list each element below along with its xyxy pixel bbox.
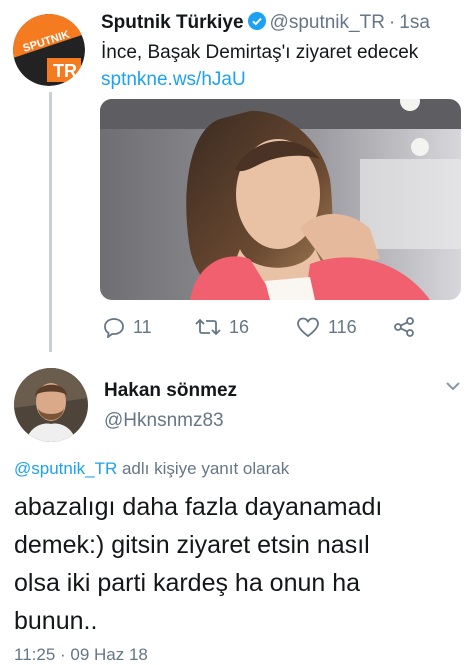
author-name[interactable]: Sputnik Türkiye [101, 12, 244, 33]
author-handle[interactable]: @sputnik_TR [270, 12, 385, 33]
reply-action[interactable]: 11 [103, 313, 152, 341]
reply-context: @sputnik_TR adlı kişiye yanıt olarak [14, 459, 289, 479]
verified-badge-icon [247, 12, 266, 30]
relative-time[interactable]: 1sa [399, 12, 430, 33]
share-icon [394, 317, 414, 337]
reply-author-avatar[interactable] [14, 368, 88, 442]
tweet-link[interactable]: sptnkne.ws/hJaU [101, 66, 246, 93]
sputnik-avatar[interactable]: SPUTNIK TR [13, 14, 85, 86]
reply-body: abazalıgı daha fazla dayanamadı demek:) … [14, 488, 464, 640]
share-action[interactable] [393, 313, 423, 341]
reply-body-line: olsa iki parti kardeş ha onun ha [14, 569, 361, 597]
reply-body-line: abazalıgı daha fazla dayanamadı [14, 493, 383, 521]
reply-context-mention[interactable]: @sputnik_TR [14, 459, 117, 478]
tweet-header: Sputnik Türkiye @sputnik_TR · 1sa [101, 11, 430, 35]
tweet-photo[interactable] [100, 99, 461, 300]
separator-dot: · [388, 12, 396, 33]
reply-author-handle[interactable]: @Hknsnmz83 [104, 410, 224, 432]
tweet-actions: 11 16 116 [103, 313, 463, 341]
retweet-count: 16 [229, 316, 250, 337]
thread-connector-line [49, 92, 52, 352]
retweet-icon [195, 318, 221, 336]
chevron-down-icon[interactable] [443, 376, 463, 396]
reply-body-line: demek:) gitsin ziyaret etsin nasıl [14, 531, 370, 559]
reply-count: 11 [133, 316, 152, 337]
reply-icon [104, 318, 124, 338]
retweet-action[interactable]: 16 [195, 313, 249, 341]
like-action[interactable]: 116 [296, 313, 357, 341]
avatar-tr-text: TR [53, 61, 77, 81]
reply-timestamp[interactable]: 11:25 · 09 Haz 18 [14, 645, 148, 665]
reply-author-name[interactable]: Hakan sönmez [104, 380, 237, 402]
reply-context-text: adlı kişiye yanıt olarak [117, 459, 290, 478]
tweet-text: İnce, Başak Demirtaş'ı ziyaret edecek [101, 42, 419, 63]
like-count: 116 [328, 316, 357, 337]
reply-body-line: bunun.. [14, 607, 98, 635]
like-icon [297, 317, 319, 338]
